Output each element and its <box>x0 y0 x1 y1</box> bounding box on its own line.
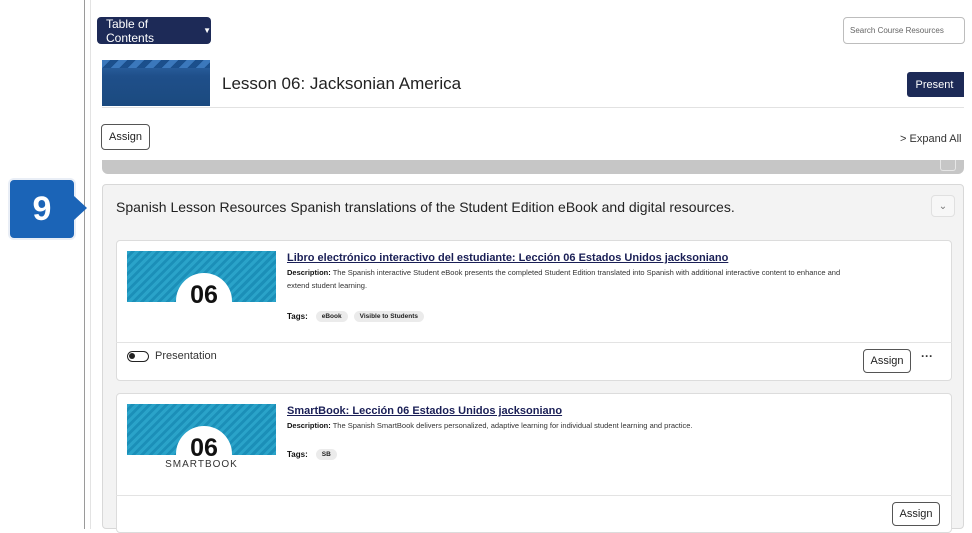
caret-down-icon: ▼ <box>203 26 211 35</box>
left-frame-inner-border <box>90 0 91 529</box>
thumbnail-number: 06 <box>190 281 218 309</box>
presentation-label: Presentation <box>155 350 217 362</box>
resource-title-link[interactable]: SmartBook: Lección 06 Estados Unidos jac… <box>287 405 562 417</box>
chevron-right-icon: > <box>900 133 907 145</box>
assign-button[interactable]: Assign <box>863 349 911 373</box>
assign-button[interactable]: Assign <box>892 502 940 526</box>
description-text: The Spanish SmartBook delivers personali… <box>330 421 693 430</box>
resource-title-link[interactable]: Libro electrónico interactivo del estudi… <box>287 252 728 264</box>
expand-all-link[interactable]: > Expand All <box>900 133 961 145</box>
chevron-down-icon[interactable]: ⌄ <box>931 195 955 217</box>
card-divider <box>116 495 952 496</box>
card-divider <box>116 342 952 343</box>
resource-tags: Tags: eBook Visible to Students <box>287 311 425 322</box>
tag-pill: SB <box>315 449 337 460</box>
table-of-contents-button[interactable]: Table of Contents ▼ <box>97 16 211 45</box>
tags-label: Tags: <box>287 312 308 321</box>
step-number-badge: 9 <box>8 178 76 240</box>
presentation-toggle[interactable] <box>127 351 149 362</box>
smartbook-caption: SMARTBOOK <box>127 459 276 470</box>
description-label: Description: <box>287 421 331 430</box>
expand-all-label: Expand All <box>909 133 962 145</box>
lesson-title: Lesson 06: Jacksonian America <box>222 74 462 93</box>
header-divider <box>102 107 964 108</box>
resource-thumbnail: 06 <box>127 251 276 329</box>
section-title: Spanish Lesson Resources Spanish transla… <box>116 199 735 215</box>
table-of-contents-label: Table of Contents <box>106 16 155 45</box>
resource-description: Description: The Spanish SmartBook deliv… <box>287 419 847 432</box>
tag-pill: eBook <box>315 311 348 322</box>
present-button-edge <box>962 72 964 97</box>
lesson-banner-image <box>102 60 210 106</box>
resource-thumbnail: 06 <box>127 404 276 482</box>
badge-pointer-arrow <box>74 196 87 220</box>
description-label: Description: <box>287 268 331 277</box>
assign-lesson-button[interactable]: Assign <box>101 124 150 150</box>
search-input[interactable] <box>843 17 965 44</box>
left-frame-border <box>84 0 85 529</box>
resource-tags: Tags: SB <box>287 449 337 460</box>
tag-pill: Visible to Students <box>353 311 425 322</box>
collapsed-section-bar <box>102 160 964 174</box>
present-button[interactable]: Present <box>907 72 962 97</box>
description-text: The Spanish interactive Student eBook pr… <box>287 268 841 290</box>
tags-label: Tags: <box>287 450 308 459</box>
resource-description: Description: The Spanish interactive Stu… <box>287 266 847 292</box>
more-options-icon[interactable]: ··· <box>921 349 933 363</box>
